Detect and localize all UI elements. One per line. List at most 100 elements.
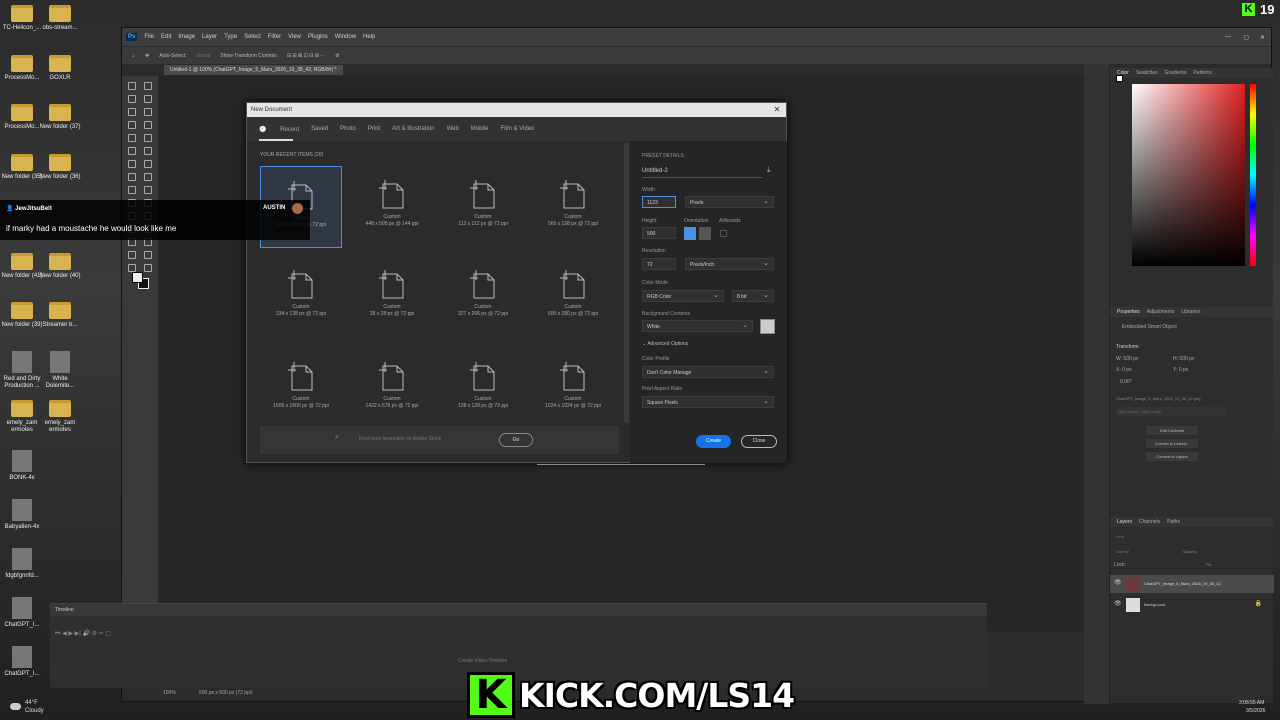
foreground-swatch[interactable] (1116, 75, 1123, 82)
tool-icon[interactable] (144, 186, 152, 194)
menu-edit[interactable]: Edit (161, 34, 171, 40)
tool-icon[interactable] (128, 95, 136, 103)
desktop-icon[interactable]: emely_zam ermotes (38, 400, 82, 434)
recent-scrollbar[interactable] (624, 143, 629, 423)
menu-view[interactable]: View (288, 34, 301, 40)
move-tool-icon[interactable]: ✥ (145, 53, 149, 59)
recent-item-card[interactable]: Custom 1024 x 1024 px @ 72 ppi (532, 348, 614, 430)
desktop-icon[interactable]: fdgbfgnnfd... (0, 548, 44, 580)
aspect-select[interactable]: Square Pixels (642, 396, 774, 408)
tab-print[interactable]: Print (368, 126, 380, 132)
canvas-transform-handles[interactable] (537, 464, 705, 467)
desktop-icon[interactable]: New folder (36) (38, 154, 82, 181)
show-transform-checkbox[interactable]: Show Transform Controls (220, 53, 276, 59)
portrait-button[interactable] (684, 227, 696, 240)
resolution-input[interactable]: 72 (642, 258, 676, 270)
foreground-color-swatch[interactable] (132, 272, 143, 283)
tool-icon[interactable] (144, 147, 152, 155)
tool-icon[interactable] (128, 173, 136, 181)
advanced-options-toggle[interactable]: ⌄ Advanced Options (642, 341, 688, 347)
prop-angle[interactable]: 0.00° (1120, 379, 1132, 385)
create-timeline-button[interactable]: Create Video Timeline (458, 658, 507, 664)
timeline-controls[interactable]: ⏮ ◀ ▶ ▶| 🔊 ⚙ ✂ ▢ (55, 630, 111, 638)
tool-icon[interactable] (128, 82, 136, 90)
tab-saved[interactable]: Saved (311, 126, 328, 132)
layer-row[interactable]: 👁 Background 🔒 (1110, 596, 1274, 614)
desktop-icon[interactable]: obs-stream... (38, 5, 82, 32)
prop-x[interactable]: X: 0 px (1116, 367, 1132, 373)
tool-icon[interactable] (144, 160, 152, 168)
desktop-icon[interactable]: GOXLR (38, 55, 82, 82)
tab-mobile[interactable]: Mobile (471, 126, 489, 132)
menu-select[interactable]: Select (244, 34, 261, 40)
recent-item-card[interactable]: Custom 600 x 280 px @ 72 ppi (532, 256, 614, 338)
close-icon[interactable]: ✕ (1260, 34, 1265, 41)
ps-app-icon[interactable]: Ps (126, 33, 138, 41)
tool-icon[interactable] (144, 251, 152, 259)
recent-item-card[interactable]: Custom 327 x 206 px @ 72 ppi (442, 256, 524, 338)
tab-channels[interactable]: Channels (1139, 519, 1160, 525)
menu-plugins[interactable]: Plugins (308, 34, 328, 40)
tool-icon[interactable] (128, 121, 136, 129)
tool-icon[interactable] (128, 264, 136, 272)
taskbar-time[interactable]: 3:08:55 AM (1239, 700, 1264, 706)
hue-slider[interactable] (1250, 84, 1256, 266)
tab-film[interactable]: Film & Video (500, 126, 534, 132)
menu-window[interactable]: Window (335, 34, 356, 40)
recent-item-card[interactable]: Custom 560 x 128 px @ 72 ppi (532, 166, 614, 248)
recent-item-card[interactable]: Custom 448 x 505 px @ 144 ppi (351, 166, 433, 248)
minimize-icon[interactable]: — (1225, 34, 1231, 40)
tab-gradients[interactable]: Gradients (1165, 70, 1187, 76)
recent-item-card[interactable]: Custom 128 x 128 px @ 72 ppi (442, 348, 524, 430)
taskbar-date[interactable]: 3/5/2026 (1246, 708, 1265, 714)
tool-icon[interactable] (144, 108, 152, 116)
preset-name[interactable]: Untitled-2 (642, 168, 668, 174)
edit-contents-button[interactable]: Edit Contents (1146, 426, 1198, 435)
landscape-button[interactable] (699, 227, 711, 240)
desktop-icon[interactable]: New folder (40) (38, 253, 82, 280)
desktop-icon[interactable]: BONK-4x (0, 450, 44, 482)
home-icon[interactable]: ⌂ (132, 53, 135, 59)
dialog-close-icon[interactable]: ✕ (772, 105, 782, 115)
tab-web[interactable]: Web (447, 126, 459, 132)
menu-image[interactable]: Image (178, 34, 195, 40)
tab-patterns[interactable]: Patterns (1193, 70, 1212, 76)
color-picker-field[interactable] (1132, 84, 1245, 266)
blend-mode[interactable]: Normal (1116, 549, 1129, 554)
tool-icon[interactable] (128, 108, 136, 116)
tab-layers[interactable]: Layers (1117, 519, 1132, 525)
layer-row[interactable]: 👁 ChatGPT_Image_5_Mars_2026_19_38_42 (1110, 575, 1274, 593)
prop-y[interactable]: Y: 0 px (1173, 367, 1188, 373)
menu-filter[interactable]: Filter (268, 34, 281, 40)
bg-select[interactable]: White (642, 320, 753, 332)
height-input[interactable]: 500 (642, 227, 676, 239)
tool-icon[interactable] (144, 264, 152, 272)
eye-icon[interactable]: 👁 (1114, 600, 1122, 607)
close-button[interactable]: Close (741, 435, 777, 448)
gear-icon[interactable]: ⚙ (335, 53, 339, 59)
prop-w[interactable]: W: 500 px (1116, 356, 1138, 362)
desktop-icon[interactable]: New folder (37) (38, 104, 82, 131)
bg-color-swatch[interactable] (760, 319, 775, 334)
tool-icon[interactable] (128, 160, 136, 168)
tab-swatches[interactable]: Swatches (1136, 70, 1158, 76)
layer-kind-filter[interactable]: Kind (1116, 534, 1124, 539)
tool-icon[interactable] (128, 251, 136, 259)
auto-select-dropdown[interactable]: Group (196, 53, 210, 59)
color-profile-select[interactable]: Don't Color Manage (642, 366, 774, 378)
tab-properties[interactable]: Properties (1117, 309, 1140, 315)
convert-linked-button[interactable]: Convert to Linked... (1146, 439, 1198, 448)
desktop-icon[interactable]: ChatGPT_I... (0, 646, 44, 678)
color-mode-select[interactable]: RGB Color (642, 290, 724, 302)
save-preset-icon[interactable]: ⤓ (767, 165, 771, 175)
create-button[interactable]: Create (696, 435, 731, 448)
tool-icon[interactable] (128, 134, 136, 142)
resolution-unit-select[interactable]: Pixels/Inch (685, 258, 774, 270)
tool-icon[interactable] (144, 173, 152, 181)
eye-icon[interactable]: 👁 (1114, 579, 1122, 586)
tool-icon[interactable] (128, 147, 136, 155)
recent-item-card[interactable]: Custom 234 x 138 px @ 72 ppi (260, 256, 342, 338)
desktop-icon[interactable]: ChatGPT_I... (0, 597, 44, 629)
recent-item-card[interactable]: Custom 28 x 28 px @ 72 ppi (351, 256, 433, 338)
layer-comp-dropdown[interactable]: Don't Apply Layer Comp (1116, 407, 1226, 416)
